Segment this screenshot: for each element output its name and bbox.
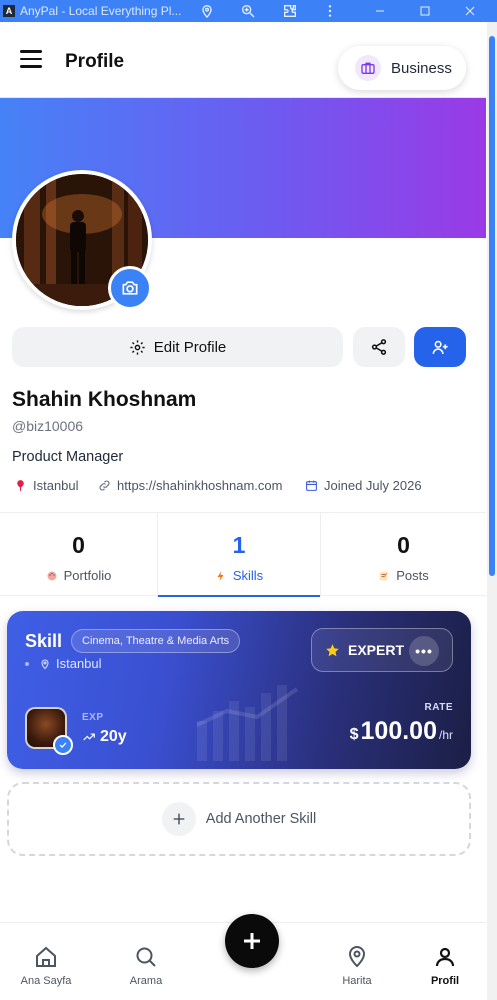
- profile-job-title: Product Manager: [12, 449, 124, 465]
- memo-icon: [380, 571, 388, 580]
- share-icon: [371, 339, 387, 355]
- website-link[interactable]: https://shahinkhoshnam.com: [117, 478, 282, 493]
- kebab-menu-icon[interactable]: [320, 1, 340, 21]
- rate-label: RATE: [424, 702, 453, 713]
- business-button[interactable]: Business: [338, 46, 466, 90]
- close-icon[interactable]: [460, 1, 480, 21]
- link-icon: [99, 480, 110, 491]
- skill-title: Skill: [25, 631, 63, 651]
- nav-profile[interactable]: Profil: [410, 923, 480, 1000]
- create-button[interactable]: [225, 914, 279, 968]
- rate-unit: /hr: [438, 728, 453, 742]
- map-pin-icon: [348, 946, 366, 968]
- verified-check-icon: [53, 735, 73, 755]
- location-text: Istanbul: [33, 478, 79, 493]
- palette-icon: [47, 571, 57, 580]
- trending-up-icon: [83, 733, 95, 741]
- app-header: Profile Business: [0, 22, 486, 98]
- bullet-dot: [25, 661, 29, 666]
- tab-posts[interactable]: 0 Posts: [321, 513, 486, 597]
- tab-portfolio[interactable]: 0 Portfolio: [0, 513, 157, 597]
- skill-location-text: Istanbul: [56, 656, 102, 671]
- add-skill-button[interactable]: Add Another Skill: [7, 782, 471, 856]
- skills-label: Skills: [232, 568, 264, 583]
- briefcase-icon: [355, 55, 381, 81]
- rate-amount: 100.00: [360, 717, 437, 745]
- window-titlebar: A AnyPal - Local Everything Pl...: [0, 0, 497, 22]
- skill-level-badge: EXPERT •••: [311, 628, 453, 672]
- search-icon: [136, 947, 156, 967]
- portfolio-label: Portfolio: [63, 568, 112, 583]
- lightning-icon: [217, 570, 224, 581]
- profile-handle: @biz10006: [12, 418, 84, 434]
- star-icon: [326, 643, 339, 656]
- skill-card[interactable]: Skill Cinema, Theatre & Media Arts Istan…: [7, 611, 471, 769]
- edit-profile-label: Edit Profile: [153, 338, 227, 356]
- nav-search[interactable]: Arama: [111, 923, 181, 1000]
- posts-label-row: Posts: [378, 568, 429, 583]
- scrollbar-thumb[interactable]: [489, 36, 495, 576]
- experience-label: EXP: [82, 712, 104, 723]
- profile-website[interactable]: https://shahinkhoshnam.com: [98, 478, 282, 493]
- profile-joined: Joined July 2026: [305, 478, 422, 493]
- profile-location: Istanbul: [14, 478, 79, 493]
- nav-profile-label: Profil: [430, 975, 460, 987]
- plus-icon: [161, 802, 196, 836]
- nav-search-label: Arama: [129, 975, 163, 987]
- joined-text: Joined July 2026: [324, 478, 422, 493]
- experience-years: 20y: [100, 728, 127, 745]
- hamburger-menu-icon[interactable]: [20, 50, 46, 72]
- follow-button[interactable]: [414, 327, 466, 367]
- maximize-icon[interactable]: [415, 1, 435, 21]
- experience-value: 20y: [82, 728, 127, 746]
- calendar-icon: [306, 480, 317, 491]
- skill-level-label: EXPERT: [348, 642, 405, 658]
- plus-icon: [244, 933, 260, 949]
- minimize-icon[interactable]: [370, 1, 390, 21]
- nav-map-label: Harita: [342, 975, 372, 987]
- rate-currency: $: [349, 726, 359, 743]
- skill-location: Istanbul: [25, 656, 102, 671]
- more-options-button[interactable]: •••: [409, 636, 439, 666]
- business-label: Business: [391, 59, 452, 77]
- share-button[interactable]: [353, 327, 405, 367]
- change-photo-button[interactable]: [108, 266, 152, 310]
- page-title: Profile: [65, 51, 125, 72]
- home-icon: [36, 946, 56, 967]
- posts-label: Posts: [396, 568, 429, 583]
- nav-home[interactable]: Ana Sayfa: [11, 923, 81, 1000]
- location-pin-icon: [41, 659, 49, 669]
- posts-count: 0: [397, 532, 410, 558]
- tab-skills[interactable]: 1 Skills: [158, 513, 320, 597]
- edit-profile-button[interactable]: Edit Profile: [12, 327, 343, 367]
- pin-icon: [17, 480, 24, 491]
- profile-name: Shahin Khoshnam: [12, 388, 197, 411]
- person-icon: [435, 947, 455, 967]
- profile-stats-tabs: 0 Portfolio 1 Skills 0 Posts: [0, 512, 486, 597]
- camera-icon: [122, 281, 138, 295]
- hourly-rate: $ 100.00 /hr: [350, 717, 453, 746]
- add-skill-label: Add Another Skill: [205, 811, 317, 827]
- skills-count: 1: [232, 532, 246, 558]
- location-icon[interactable]: [197, 1, 217, 21]
- extension-icon[interactable]: [280, 1, 300, 21]
- add-user-icon: [432, 340, 448, 354]
- portfolio-count: 0: [72, 532, 85, 558]
- portfolio-label-row: Portfolio: [46, 568, 112, 583]
- skills-label-row: Skills: [215, 568, 263, 583]
- app-icon: A: [3, 5, 15, 17]
- nav-map[interactable]: Harita: [322, 923, 392, 1000]
- window-title: AnyPal - Local Everything Pl...: [20, 4, 182, 18]
- skill-category-badge: Cinema, Theatre & Media Arts: [71, 629, 241, 653]
- zoom-icon[interactable]: [238, 1, 258, 21]
- nav-home-label: Ana Sayfa: [20, 975, 72, 987]
- gear-icon: [130, 339, 145, 355]
